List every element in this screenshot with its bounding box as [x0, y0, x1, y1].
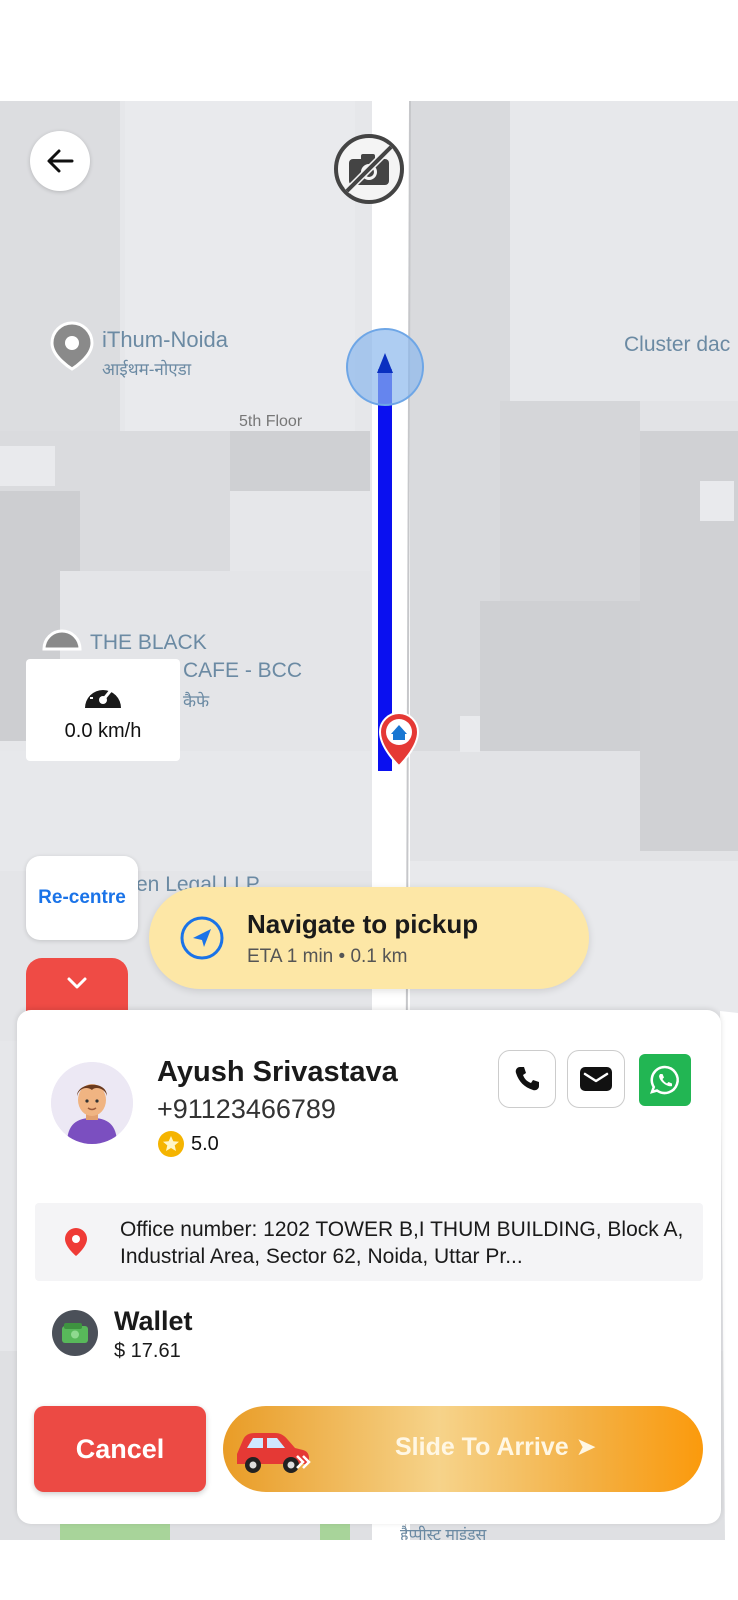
map-label-black-cafe-hindi: कैफे	[183, 692, 210, 711]
rider-rating: 5.0	[157, 1130, 219, 1158]
car-slider-handle-icon[interactable]	[233, 1420, 313, 1478]
map-label-cluster: Cluster dac	[624, 333, 731, 356]
wallet-amount: $ 17.61	[114, 1340, 181, 1362]
speed-card: 0.0 km/h	[26, 659, 180, 761]
route-line	[378, 369, 392, 771]
phone-icon	[515, 1067, 539, 1091]
slide-to-arrive-button[interactable]: Slide To Arrive ➤	[223, 1406, 703, 1492]
navigate-eta: ETA 1 min • 0.1 km	[247, 945, 408, 967]
pickup-address-box[interactable]: Office number: 1202 TOWER B,I THUM BUILD…	[35, 1203, 703, 1281]
cancel-button[interactable]: Cancel	[34, 1406, 206, 1492]
rating-value: 5.0	[191, 1132, 219, 1155]
star-icon	[158, 1131, 184, 1157]
navigate-title: Navigate to pickup	[247, 908, 479, 939]
payment-method: Wallet	[114, 1306, 193, 1336]
rider-phone: +91123466789	[157, 1094, 336, 1124]
call-button[interactable]	[498, 1050, 556, 1108]
whatsapp-icon	[649, 1065, 679, 1095]
message-button[interactable]	[567, 1050, 625, 1108]
back-button[interactable]	[30, 131, 90, 191]
arrow-left-icon	[47, 149, 74, 173]
location-pin-icon	[65, 1228, 87, 1256]
home-indicator-area	[0, 1540, 738, 1600]
map-label-ithum: iThum-Noida	[102, 327, 228, 352]
map-label-black-cafe-line2: CAFE - BCC	[183, 659, 303, 682]
whatsapp-button[interactable]	[639, 1054, 691, 1106]
camera-off-icon	[334, 134, 404, 204]
map-label-happiest: हैप्पीस्ट माइंड्स	[400, 1527, 487, 1540]
message-icon	[580, 1067, 612, 1091]
wallet-icon	[62, 1323, 88, 1343]
navigate-to-pickup-banner[interactable]: Navigate to pickup ETA 1 min • 0.1 km	[149, 887, 589, 989]
speedometer-icon	[85, 684, 121, 708]
map-label-floor: 5th Floor	[239, 413, 303, 430]
status-area	[0, 0, 738, 101]
map-label-black-cafe-line1: THE BLACK	[90, 631, 207, 654]
camera-toggle-button[interactable]	[333, 133, 405, 205]
trip-details-sheet: Ayush Srivastava +91123466789 5.0 Office…	[17, 1010, 721, 1524]
recentre-button[interactable]: Re-centre	[26, 856, 138, 940]
collapse-sheet-button[interactable]	[26, 958, 128, 1018]
map-label-ithum-hindi: आईथम-नोएडा	[102, 360, 192, 379]
chevron-down-icon	[67, 977, 87, 989]
rider-name: Ayush Srivastava	[157, 1056, 398, 1088]
wallet-icon-badge	[52, 1310, 98, 1356]
slide-to-arrive-label: Slide To Arrive ➤	[395, 1433, 597, 1461]
user-avatar-icon	[51, 1062, 133, 1144]
speed-value: 0.0 km/h	[64, 719, 142, 742]
pickup-address: Office number: 1202 TOWER B,I THUM BUILD…	[120, 1218, 684, 1268]
navigation-arrow-icon	[180, 916, 224, 960]
avatar	[51, 1062, 133, 1144]
